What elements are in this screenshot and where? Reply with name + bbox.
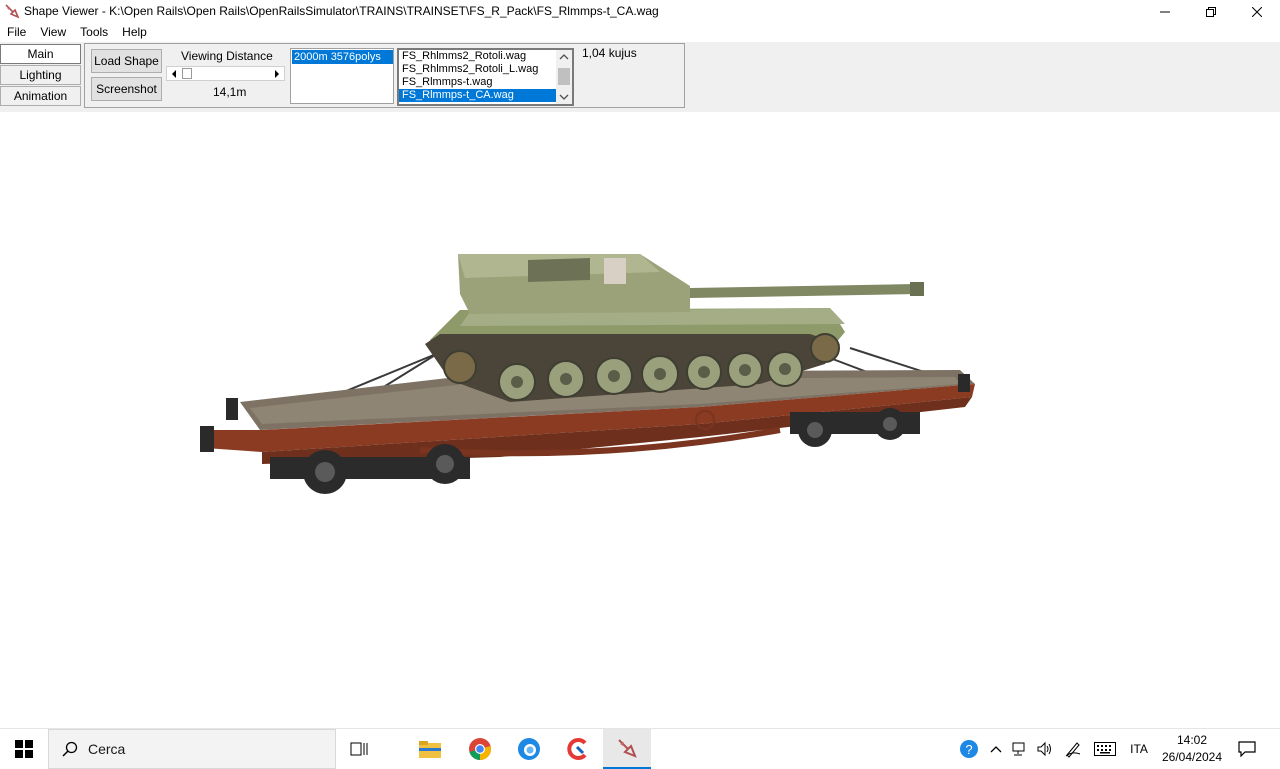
tab-main[interactable]: Main <box>0 44 81 64</box>
edge-icon <box>518 738 540 760</box>
list-item[interactable]: FS_Rlmmps-t.wag <box>399 76 572 89</box>
pen-icon <box>1065 742 1081 758</box>
task-view-button[interactable] <box>336 729 384 769</box>
tab-lighting[interactable]: Lighting <box>0 65 81 85</box>
shape-viewer-taskbar-button[interactable] <box>603 729 651 769</box>
svg-text:?: ? <box>965 742 972 757</box>
help-tray-button[interactable]: ? <box>956 729 982 769</box>
shape-viewer-app-icon <box>618 739 637 758</box>
help-icon: ? <box>960 740 978 758</box>
tab-animation[interactable]: Animation <box>0 86 81 106</box>
close-button[interactable] <box>1234 0 1280 23</box>
lod-selected-item[interactable]: 2000m 3576polys <box>292 50 393 64</box>
keyboard-tray-button[interactable] <box>1092 729 1118 769</box>
shape-viewer-window: Shape Viewer - K:\Open Rails\Open Rails\… <box>0 0 1280 728</box>
clock-date: 26/04/2024 <box>1161 750 1223 764</box>
menu-tools[interactable]: Tools <box>73 23 115 42</box>
notifications-button[interactable] <box>1232 729 1262 769</box>
speaker-icon <box>1037 741 1051 757</box>
scroll-left-icon[interactable] <box>167 67 181 80</box>
pen-tray-button[interactable] <box>1062 729 1084 769</box>
ccleaner-button[interactable] <box>555 729 603 769</box>
minimize-button[interactable] <box>1142 0 1188 23</box>
close-icon <box>1252 6 1262 17</box>
list-item-selected[interactable]: FS_Rlmmps-t_CA.wag <box>399 89 556 102</box>
menu-bar: File View Tools Help <box>0 23 1280 42</box>
task-view-icon <box>350 742 368 756</box>
chrome-button[interactable] <box>456 729 504 769</box>
list-item[interactable]: FS_Rhlmms2_Rotoli.wag <box>399 50 572 63</box>
main-panel: Load Shape Screenshot Viewing Distance 1… <box>84 43 685 108</box>
chrome-icon <box>469 738 491 760</box>
viewing-distance-slider[interactable] <box>166 66 285 81</box>
restore-icon <box>1206 6 1216 17</box>
language-indicator[interactable]: ITA <box>1124 729 1154 769</box>
clock[interactable]: 14:02 26/04/2024 <box>1158 729 1226 769</box>
notification-icon <box>1238 741 1256 757</box>
wagon-with-tank-render <box>200 254 975 494</box>
slider-thumb[interactable] <box>182 68 192 79</box>
title-bar: Shape Viewer - K:\Open Rails\Open Rails\… <box>0 0 1280 23</box>
taskbar-search[interactable]: Cerca <box>48 729 336 769</box>
minimize-icon <box>1160 11 1170 12</box>
load-shape-button[interactable]: Load Shape <box>91 49 162 73</box>
scroll-right-icon[interactable] <box>270 67 284 80</box>
ccleaner-icon <box>567 738 587 760</box>
menu-view[interactable]: View <box>33 23 73 42</box>
window-title: Shape Viewer - K:\Open Rails\Open Rails\… <box>24 4 659 18</box>
network-tray-button[interactable] <box>1010 729 1032 769</box>
chevron-up-icon <box>990 746 1002 753</box>
viewing-distance-value: 14,1m <box>213 85 247 99</box>
restore-button[interactable] <box>1188 0 1234 23</box>
volume-tray-button[interactable] <box>1034 729 1056 769</box>
windows-taskbar: Cerca ? ITA 14:02 26/04/2024 <box>0 728 1280 769</box>
start-button[interactable] <box>0 729 48 769</box>
file-explorer-button[interactable] <box>406 729 454 769</box>
lod-list[interactable]: 2000m 3576polys <box>290 48 394 104</box>
file-list-scrollbar[interactable] <box>556 50 572 104</box>
viewing-distance-label: Viewing Distance <box>181 49 273 63</box>
file-list[interactable]: FS_Rhlmms2_Rotoli.wag FS_Rhlmms2_Rotoli_… <box>397 48 574 106</box>
search-icon <box>62 741 78 757</box>
windows-start-icon <box>15 740 33 758</box>
network-icon <box>1012 742 1025 756</box>
list-item[interactable]: FS_Rhlmms2_Rotoli_L.wag <box>399 63 572 76</box>
screenshot-button[interactable]: Screenshot <box>91 77 162 101</box>
shape-viewport[interactable] <box>0 112 1280 728</box>
show-hidden-icons-button[interactable] <box>986 729 1006 769</box>
menu-file[interactable]: File <box>0 23 33 42</box>
file-explorer-icon <box>419 741 441 758</box>
control-toolbar: Main Lighting Animation Load Shape Scree… <box>0 42 1280 112</box>
menu-help[interactable]: Help <box>115 23 154 42</box>
edge-button[interactable] <box>505 729 553 769</box>
clock-time: 14:02 <box>1176 733 1208 747</box>
keyboard-icon <box>1094 742 1116 756</box>
shape-viewer-app-icon <box>4 3 20 19</box>
search-placeholder: Cerca <box>88 741 126 757</box>
status-label: 1,04 kujus <box>582 46 637 60</box>
